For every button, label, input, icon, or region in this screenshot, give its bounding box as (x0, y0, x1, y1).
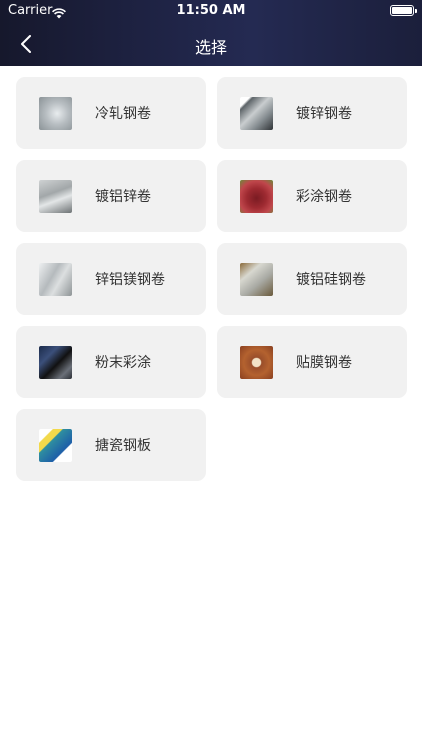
product-card-zinc-aluminum-magnesium[interactable]: 锌铝镁钢卷 (16, 243, 206, 315)
product-label: 镀铝硅钢卷 (296, 272, 366, 288)
product-thumbnail (240, 179, 273, 213)
product-label: 粉末彩涂 (95, 355, 151, 371)
product-label: 镀锌钢卷 (296, 106, 352, 122)
product-thumbnail (240, 96, 273, 130)
product-thumbnail (240, 345, 273, 379)
product-thumbnail (39, 345, 72, 379)
product-grid: 冷轧钢卷 镀锌钢卷 镀铝锌卷 彩涂钢卷 锌铝镁钢卷 镀铝硅钢卷 粉末彩涂 贴膜钢… (16, 77, 407, 481)
product-card-enamel[interactable]: 搪瓷钢板 (16, 409, 206, 481)
product-label: 贴膜钢卷 (296, 355, 352, 371)
product-card-galvanized[interactable]: 镀锌钢卷 (217, 77, 407, 149)
product-card-film-laminated[interactable]: 贴膜钢卷 (217, 326, 407, 398)
header: Carrier 11:50 AM 选择 (0, 0, 422, 66)
product-label: 搪瓷钢板 (95, 438, 151, 454)
status-bar: Carrier 11:50 AM (0, 0, 422, 22)
product-thumbnail (39, 428, 72, 462)
page-title: 选择 (194, 38, 227, 57)
product-card-color-coated[interactable]: 彩涂钢卷 (217, 160, 407, 232)
product-label: 锌铝镁钢卷 (95, 272, 165, 288)
product-card-cold-rolled[interactable]: 冷轧钢卷 (16, 77, 206, 149)
product-thumbnail (39, 179, 72, 213)
product-card-aluminum-silicon[interactable]: 镀铝硅钢卷 (217, 243, 407, 315)
product-thumbnail (240, 262, 273, 296)
product-label: 镀铝锌卷 (95, 189, 151, 205)
product-card-powder-coated[interactable]: 粉末彩涂 (16, 326, 206, 398)
product-label: 彩涂钢卷 (296, 189, 352, 205)
battery-icon (390, 5, 417, 16)
product-card-galvalume[interactable]: 镀铝锌卷 (16, 160, 206, 232)
product-thumbnail (39, 262, 72, 296)
nav-bar: 选择 (0, 22, 422, 66)
status-time: 11:50 AM (176, 3, 246, 18)
product-label: 冷轧钢卷 (95, 106, 151, 122)
product-thumbnail (39, 96, 72, 130)
